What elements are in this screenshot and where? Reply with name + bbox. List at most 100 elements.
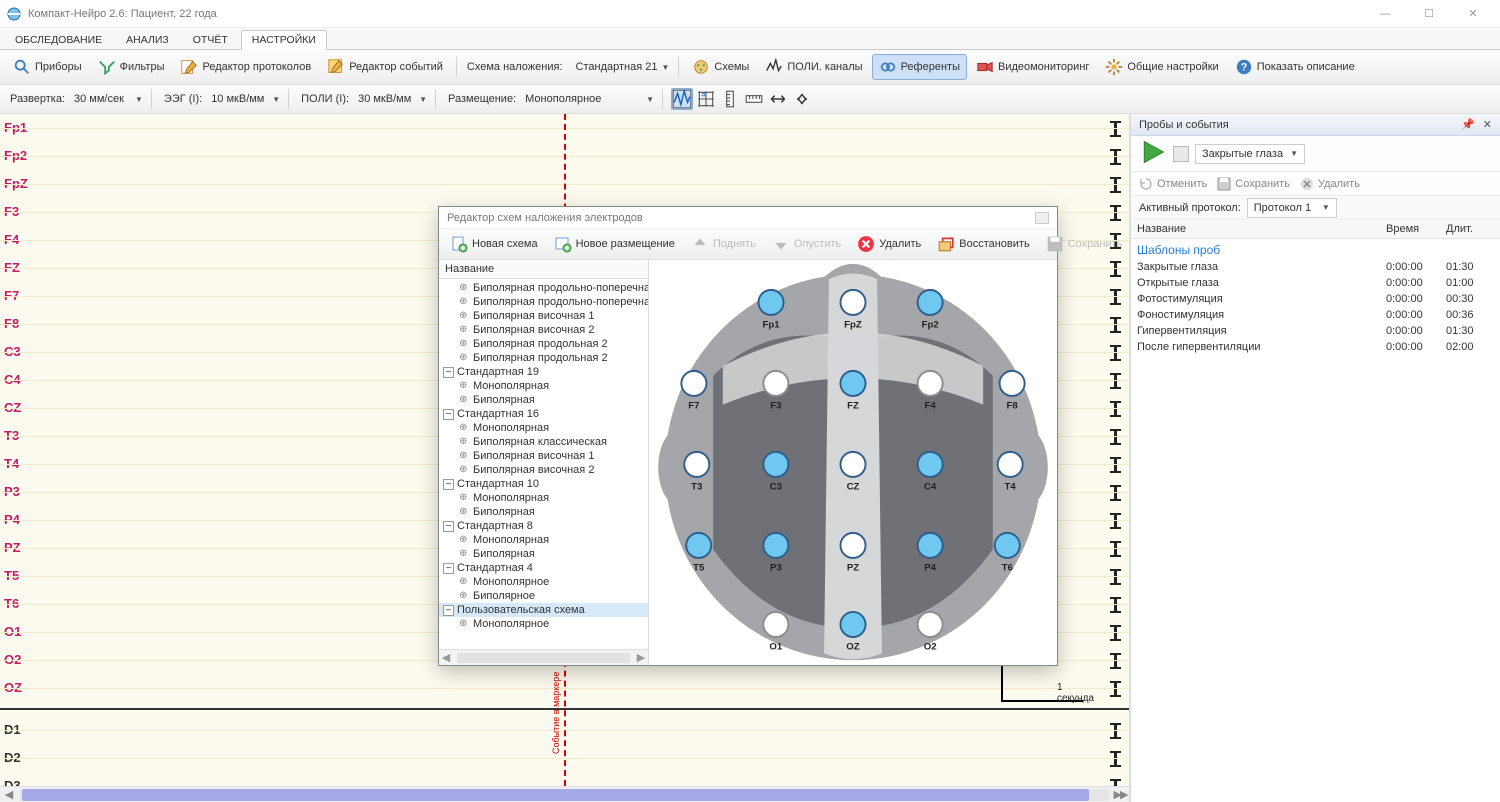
filters-button[interactable]: Фильтры	[91, 54, 172, 80]
trial-row[interactable]: Фотостимуляция0:00:0000:30	[1131, 291, 1500, 307]
scroll-fast-right-icon[interactable]: ▶▶	[1111, 788, 1129, 801]
collapse-icon[interactable]: −	[443, 563, 454, 574]
pin-icon[interactable]: 📌	[1461, 118, 1475, 131]
eeg-gain-value[interactable]: 10 мкВ/мм	[209, 91, 269, 107]
scheme-item[interactable]: Биполярная	[439, 393, 648, 407]
collapse-icon[interactable]: −	[443, 409, 454, 420]
window-close[interactable]: ✕	[1460, 4, 1486, 24]
col-dur[interactable]: Длит.	[1440, 220, 1500, 239]
head-view[interactable]: Fp1FpZFp2F7F3FZF4F8T3C3CZC4T4T5P3PZP4T6O…	[649, 260, 1057, 665]
electrode-editor-window[interactable]: Редактор схем наложения электродов Новая…	[438, 206, 1058, 666]
eventedit-button[interactable]: Редактор событий	[320, 54, 450, 80]
scheme-item[interactable]: Биполярная височная 1	[439, 449, 648, 463]
popup-newscheme-button[interactable]: Новая схема	[443, 231, 545, 257]
save-button[interactable]: Сохранить	[1217, 177, 1290, 191]
scheme-item[interactable]: Биполярное	[439, 589, 648, 603]
trials-table[interactable]: Название Время Длит. Шаблоны пробЗакрыты…	[1131, 220, 1500, 802]
referents-button[interactable]: Референты	[872, 54, 967, 80]
scheme-item[interactable]: Биполярная	[439, 505, 648, 519]
scheme-node[interactable]: −Стандартная 16	[439, 407, 648, 421]
electrode-fpz[interactable]: FpZ	[840, 290, 865, 331]
popup-newplace-button[interactable]: Новое размещение	[547, 231, 682, 257]
scheme-item[interactable]: Монополярная	[439, 533, 648, 547]
window-maximize[interactable]: ☐	[1416, 4, 1442, 24]
scheme-node[interactable]: −Пользовательская схема	[439, 603, 648, 617]
trial-row[interactable]: Гипервентиляция0:00:0001:30	[1131, 323, 1500, 339]
scheme-item[interactable]: Монополярная	[439, 421, 648, 435]
arrow-updown-icon[interactable]	[791, 88, 813, 110]
devices-button[interactable]: Приборы	[6, 54, 89, 80]
scroll-left-icon[interactable]: ◀	[0, 788, 18, 801]
chevron-down-icon[interactable]: ▼	[419, 95, 427, 104]
scheme-item[interactable]: Монополярное	[439, 617, 648, 631]
tree-horizontal-scrollbar[interactable]: ◀ ▶	[439, 649, 648, 665]
tree-scroll[interactable]: Биполярная продольно-поперечная 1Биполяр…	[439, 279, 648, 649]
protoedit-button[interactable]: Редактор протоколов	[173, 54, 318, 80]
chevron-down-icon[interactable]: ▼	[135, 95, 143, 104]
rulerh-icon[interactable]	[743, 88, 765, 110]
chevron-down-icon[interactable]: ▼	[646, 95, 654, 104]
placement-value[interactable]: Монополярное	[523, 91, 643, 107]
poly-button[interactable]: ПОЛИ. каналы	[758, 54, 869, 80]
stop-button[interactable]	[1173, 146, 1189, 162]
wave-icon[interactable]	[671, 88, 693, 110]
collapse-icon[interactable]: −	[443, 605, 454, 616]
scheme-item[interactable]: Монополярная	[439, 491, 648, 505]
trial-row[interactable]: Открытые глаза0:00:0001:00	[1131, 275, 1500, 291]
scheme-item[interactable]: Биполярная продольно-поперечная 1	[439, 281, 648, 295]
collapse-icon[interactable]: −	[443, 479, 454, 490]
tab-анализ[interactable]: АНАЛИЗ	[115, 30, 180, 50]
arrows-icon[interactable]	[767, 88, 789, 110]
tab-обследование[interactable]: ОБСЛЕДОВАНИЕ	[4, 30, 113, 50]
tab-отчёт[interactable]: ОТЧЁТ	[182, 30, 239, 50]
col-name[interactable]: Название	[1131, 220, 1380, 239]
video-button[interactable]: Видеомониторинг	[969, 54, 1096, 80]
scheme-item[interactable]: Биполярная височная 2	[439, 463, 648, 477]
help-button[interactable]: ?Показать описание	[1228, 54, 1362, 80]
montage-select[interactable]: Стандартная 21▼	[569, 58, 673, 76]
grid-icon[interactable]: #	[695, 88, 717, 110]
trials-group-header[interactable]: Шаблоны проб	[1131, 239, 1500, 260]
scheme-item[interactable]: Монополярная	[439, 379, 648, 393]
horizontal-scrollbar[interactable]: ◀ ▶▶	[0, 786, 1129, 802]
popup-restore-button[interactable]: Восстановить	[930, 231, 1036, 257]
poly-gain-value[interactable]: 30 мкВ/мм	[356, 91, 416, 107]
scheme-item[interactable]: Биполярная	[439, 547, 648, 561]
eeg-canvas[interactable]: Fp1Fp2FpZF3F4FZF7F8C3C4CZT3T4P3P4PZT5T6O…	[0, 114, 1130, 802]
channel-terminator-icon	[1114, 513, 1117, 529]
scheme-node[interactable]: −Стандартная 10	[439, 477, 648, 491]
collapse-icon[interactable]: −	[443, 367, 454, 378]
trial-row[interactable]: После гипервентиляции0:00:0002:00	[1131, 339, 1500, 355]
active-protocol-select[interactable]: Протокол 1 ▼	[1247, 198, 1337, 218]
undo-button[interactable]: Отменить	[1139, 177, 1207, 191]
collapse-icon[interactable]: −	[443, 521, 454, 532]
rulerv-icon[interactable]	[719, 88, 741, 110]
channel-label: C3	[4, 344, 21, 359]
trial-row[interactable]: Закрытые глаза0:00:0001:30	[1131, 259, 1500, 275]
delete-button[interactable]: Удалить	[1300, 177, 1360, 191]
window-minimize[interactable]: —	[1372, 4, 1398, 24]
popup-close-icon[interactable]	[1035, 212, 1049, 224]
scheme-node[interactable]: −Стандартная 4	[439, 561, 648, 575]
chevron-down-icon[interactable]: ▼	[272, 95, 280, 104]
trial-row[interactable]: Фоностимуляция0:00:0000:36	[1131, 307, 1500, 323]
sweep-value[interactable]: 30 мм/сек	[72, 91, 132, 107]
svg-text:PZ: PZ	[847, 563, 859, 574]
general-button[interactable]: Общие настройки	[1098, 54, 1225, 80]
scheme-item[interactable]: Биполярная височная 2	[439, 323, 648, 337]
scheme-item[interactable]: Биполярная височная 1	[439, 309, 648, 323]
scheme-node[interactable]: −Стандартная 19	[439, 365, 648, 379]
tab-настройки[interactable]: НАСТРОЙКИ	[241, 30, 327, 50]
scheme-node[interactable]: −Стандартная 8	[439, 519, 648, 533]
scheme-item[interactable]: Биполярная классическая	[439, 435, 648, 449]
schemes-button[interactable]: Схемы	[685, 54, 756, 80]
current-trial-select[interactable]: Закрытые глаза ▼	[1195, 144, 1305, 164]
col-time[interactable]: Время	[1380, 220, 1440, 239]
play-button[interactable]	[1139, 138, 1167, 169]
scheme-item[interactable]: Биполярная продольная 2	[439, 351, 648, 365]
scheme-item[interactable]: Биполярная продольно-поперечная 2	[439, 295, 648, 309]
scheme-item[interactable]: Биполярная продольная 2	[439, 337, 648, 351]
popup-delete-button[interactable]: Удалить	[850, 231, 928, 257]
close-icon[interactable]: ✕	[1483, 118, 1492, 131]
scheme-item[interactable]: Монополярное	[439, 575, 648, 589]
